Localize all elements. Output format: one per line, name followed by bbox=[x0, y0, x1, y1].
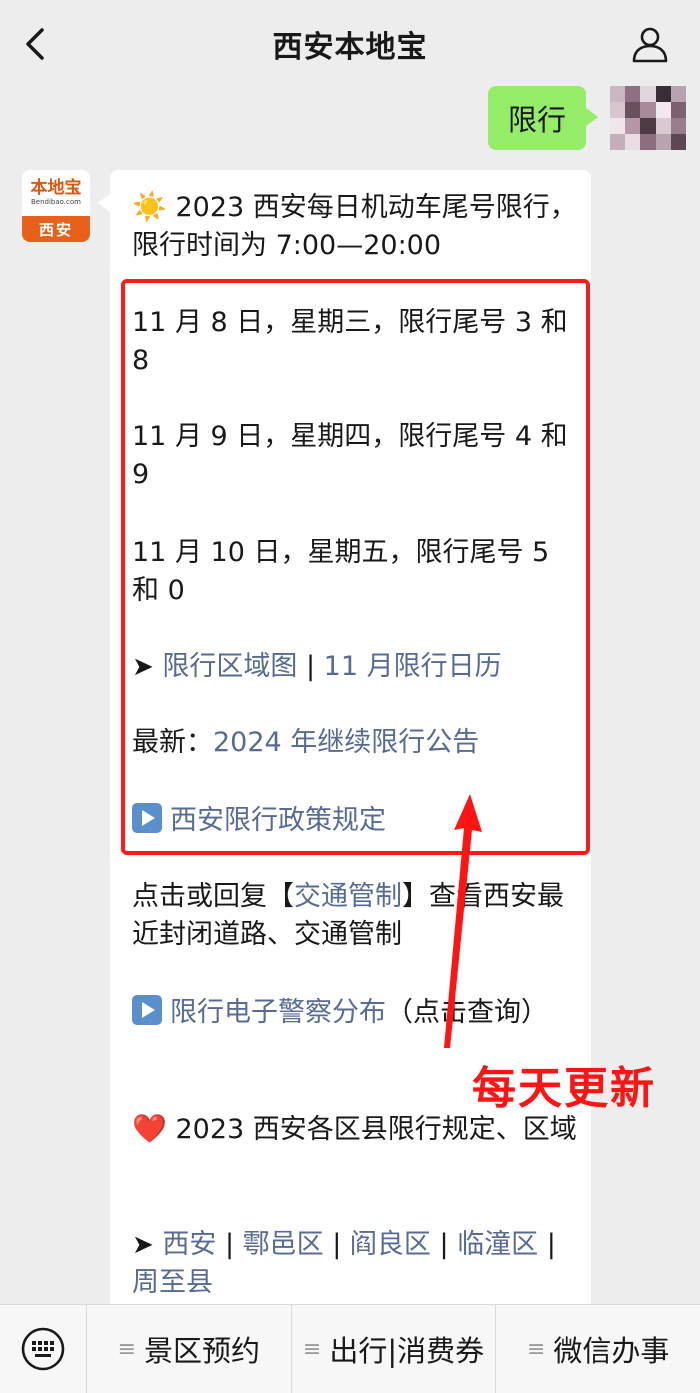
menu-lines-icon: ≡ bbox=[117, 1336, 137, 1362]
play-button-icon bbox=[132, 995, 162, 1025]
page-title: 西安本地宝 bbox=[272, 30, 428, 65]
user-profile-icon[interactable] bbox=[630, 24, 670, 64]
menu-item-label: 景区预约 bbox=[144, 1334, 261, 1368]
highlight-box bbox=[121, 279, 590, 855]
keyboard-icon bbox=[21, 1327, 65, 1371]
district-link[interactable]: 周至县 bbox=[132, 1267, 213, 1298]
district-link[interactable]: 西安 bbox=[162, 1229, 216, 1260]
bendibao-logo: 本地宝 Bendibao.com bbox=[22, 170, 90, 216]
traffic-text-pre: 点击或回复【 bbox=[132, 881, 294, 912]
traffic-control-link[interactable]: 交通管制 bbox=[294, 881, 402, 912]
sun-icon: ☀️ bbox=[132, 190, 167, 223]
user-message-text: 限行 bbox=[507, 103, 566, 137]
districts-intro-text: 2023 西安各区县限行规定、区域 bbox=[175, 1114, 577, 1145]
link-separator: | bbox=[538, 1229, 556, 1260]
bot-avatar-city: 西安 bbox=[22, 216, 90, 242]
arrow-marker-icon: ➤ bbox=[132, 1230, 154, 1260]
menu-lines-icon: ≡ bbox=[526, 1336, 546, 1362]
menu-item-travel-coupon[interactable]: ≡ 出行|消费券 bbox=[292, 1305, 497, 1393]
district-link[interactable]: 鄠邑区 bbox=[243, 1229, 324, 1260]
bot-avatar[interactable]: 本地宝 Bendibao.com 西安 bbox=[22, 170, 90, 242]
menu-item-wechat-services[interactable]: ≡ 微信办事 bbox=[496, 1305, 700, 1393]
user-avatar[interactable] bbox=[610, 86, 686, 150]
annotation-text: 每天更新 bbox=[472, 1063, 656, 1114]
user-message-bubble[interactable]: 限行 bbox=[488, 86, 598, 150]
heart-icon: ❤️ bbox=[132, 1112, 167, 1145]
traffic-control-row: 点击或回复【交通管制】查看西安最近封闭道路、交通管制 bbox=[132, 878, 582, 954]
annotation-arrow-icon bbox=[444, 794, 482, 1048]
link-separator: | bbox=[430, 1229, 458, 1260]
menu-item-label: 出行|消费券 bbox=[329, 1334, 485, 1368]
camera-row: 限行电子警察分布（点击查询） bbox=[132, 994, 582, 1032]
menu-item-scenic-booking[interactable]: ≡ 景区预约 bbox=[87, 1305, 292, 1393]
keyboard-toggle-button[interactable] bbox=[0, 1305, 87, 1393]
district-link[interactable]: 临潼区 bbox=[457, 1229, 538, 1260]
top-bar: 西安本地宝 bbox=[0, 0, 700, 88]
district-link[interactable]: 阎良区 bbox=[350, 1229, 431, 1260]
back-icon[interactable] bbox=[22, 26, 50, 62]
link-separator: | bbox=[323, 1229, 350, 1260]
intro-text: 2023 西安每日机动车尾号限行，限行时间为 7:00—20:00 bbox=[132, 192, 577, 261]
bottom-menu-bar: ≡ 景区预约 ≡ 出行|消费券 ≡ 微信办事 bbox=[0, 1304, 700, 1393]
camera-distribution-link[interactable]: 限行电子警察分布 bbox=[170, 997, 386, 1028]
menu-lines-icon: ≡ bbox=[302, 1336, 322, 1362]
districts-row: ➤ 西安 | 鄠邑区 | 阎良区 | 临潼区 | 周至县 bbox=[132, 1226, 582, 1302]
link-separator: | bbox=[216, 1229, 243, 1260]
menu-item-label: 微信办事 bbox=[553, 1334, 670, 1368]
intro-paragraph: ☀️ 2023 西安每日机动车尾号限行，限行时间为 7:00—20:00 bbox=[132, 188, 582, 265]
